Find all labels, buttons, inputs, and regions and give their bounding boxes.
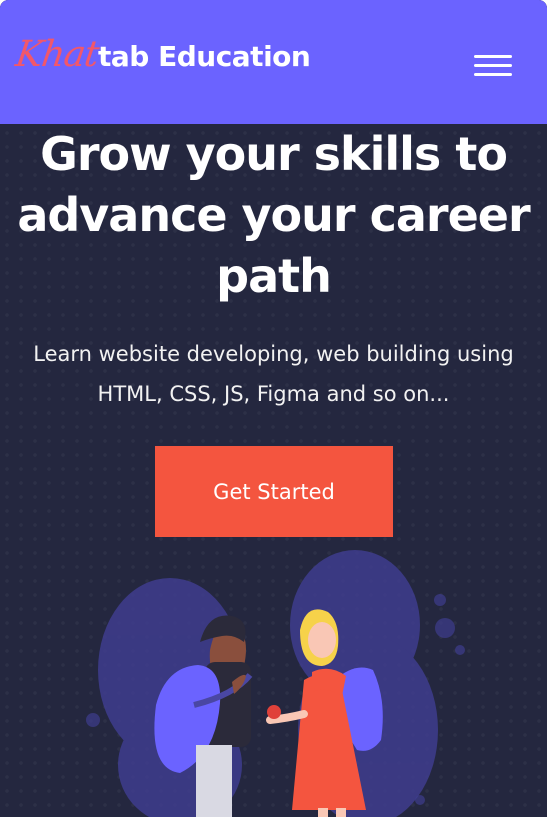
hero-subline: Learn website developing, web building u… — [33, 342, 514, 406]
background-blobs — [98, 550, 438, 817]
menu-bar — [474, 73, 512, 76]
get-started-button[interactable]: Get Started — [155, 446, 393, 537]
students-illustration — [86, 550, 465, 817]
hamburger-menu-icon[interactable] — [472, 52, 514, 80]
brand-script-text: Khat — [13, 34, 101, 75]
hero-headline: Grow your skills to advance your career … — [17, 127, 530, 303]
menu-bar — [474, 64, 512, 67]
brand-name-text: tab Education — [98, 40, 311, 73]
navbar: Khattab Education — [0, 0, 547, 124]
page-frame: Khattab Education Grow your skills to ad… — [0, 0, 547, 817]
brand-logo[interactable]: Khattab Education — [13, 34, 311, 94]
menu-bar — [474, 55, 512, 58]
